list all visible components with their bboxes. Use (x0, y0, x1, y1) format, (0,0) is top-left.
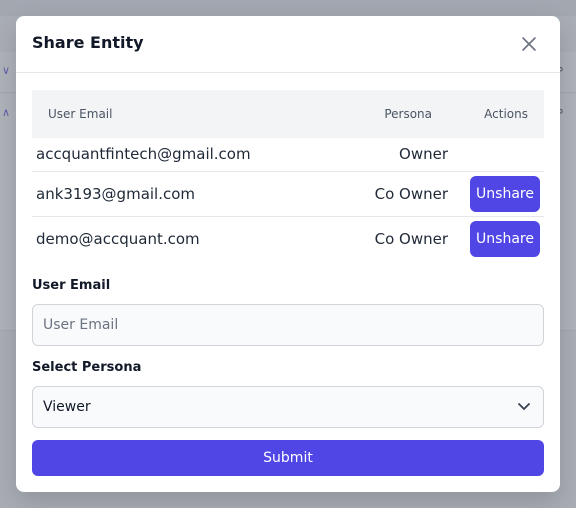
close-button[interactable] (520, 35, 538, 53)
shared-users-table: User Email Persona Actions accquantfinte… (32, 90, 544, 261)
column-header-actions: Actions (484, 107, 528, 121)
select-persona-label: Select Persona (32, 360, 142, 375)
modal-title: Share Entity (32, 33, 144, 52)
row-actions (460, 138, 544, 171)
close-icon (522, 37, 536, 51)
table-header-row: User Email Persona Actions (32, 90, 544, 138)
row-actions: Unshare (460, 216, 544, 261)
unshare-button[interactable]: Unshare (470, 220, 540, 257)
column-header-persona: Persona (384, 107, 432, 121)
submit-button[interactable]: Submit (32, 440, 544, 476)
row-actions: Unshare (460, 171, 544, 216)
row-email: demo@accquant.com (36, 229, 200, 248)
user-email-input[interactable] (33, 305, 543, 345)
column-header-email: User Email (48, 107, 113, 121)
persona-select-value: Viewer (43, 399, 91, 415)
user-email-field-wrapper (32, 304, 544, 346)
chevron-down-icon (518, 403, 530, 410)
row-email: accquantfintech@gmail.com (36, 145, 251, 164)
row-persona: Co Owner (374, 229, 448, 248)
row-email: ank3193@gmail.com (36, 184, 196, 203)
persona-select[interactable]: Viewer (32, 386, 544, 428)
unshare-button[interactable]: Unshare (470, 175, 540, 212)
modal-header: Share Entity (16, 16, 560, 73)
share-entity-modal: Share Entity User Email Persona Actions (16, 16, 560, 492)
table-row: accquantfintech@gmail.com Owner (32, 138, 544, 171)
table-row: demo@accquant.com Co Owner Unshare (32, 216, 544, 261)
row-persona: Co Owner (374, 184, 448, 203)
row-persona: Owner (399, 145, 448, 164)
table-row: ank3193@gmail.com Co Owner Unshare (32, 171, 544, 216)
user-email-label: User Email (32, 278, 111, 293)
